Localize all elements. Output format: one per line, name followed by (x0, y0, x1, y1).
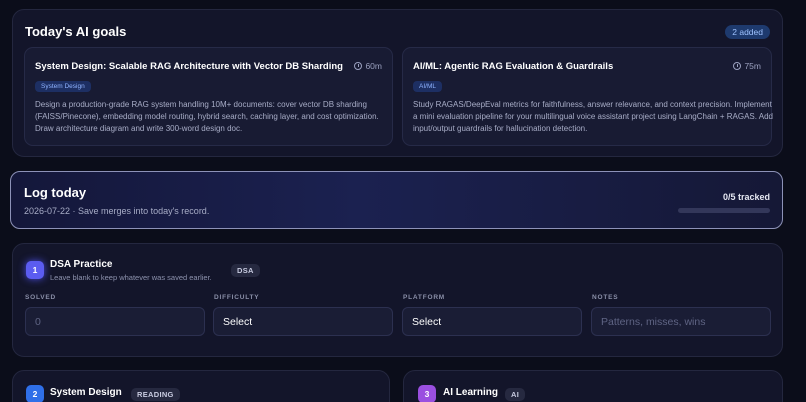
goal-title: AI/ML: Agentic RAG Evaluation & Guardrai… (413, 61, 614, 72)
goal-title: System Design: Scalable RAG Architecture… (35, 61, 343, 72)
platform-select[interactable]: Select (402, 307, 582, 336)
goal-duration: 60m (354, 61, 382, 71)
system-design-title: System Design (50, 387, 122, 398)
log-title: Log today (24, 185, 87, 200)
section-number: 2 (26, 385, 44, 402)
ai-learning-title: AI Learning (443, 387, 499, 398)
notes-input[interactable] (591, 307, 771, 336)
goal-description: Study RAGAS/DeepEval metrics for faithfu… (413, 100, 773, 133)
goals-added-badge: 2 added (725, 25, 770, 39)
goal-tag: AI/ML (413, 81, 442, 92)
goal-description: Design a production-grade RAG system han… (35, 100, 379, 133)
goal-tag: System Design (35, 81, 91, 92)
system-design-card: 2 System Design READING (12, 370, 390, 402)
tracked-count: 0/5 tracked (722, 192, 770, 202)
dsa-title: DSA Practice (50, 259, 113, 270)
system-design-badge: READING (131, 388, 180, 401)
todays-goals-card: Today's AI goals 2 added System Design: … (12, 9, 783, 157)
section-number: 3 (418, 385, 436, 402)
section-number: 1 (26, 261, 44, 279)
solved-label: SOLVED (25, 294, 57, 301)
goals-title: Today's AI goals (25, 24, 127, 39)
ai-learning-badge: AI (505, 388, 526, 401)
dsa-badge: DSA (231, 264, 260, 277)
clock-icon (733, 62, 742, 70)
goal-duration-text: 75m (744, 61, 761, 71)
solved-input[interactable] (25, 307, 205, 336)
tracked-progress-bar (678, 208, 770, 213)
goal-duration-text: 60m (365, 61, 382, 71)
goal-card-system-design[interactable]: System Design: Scalable RAG Architecture… (24, 47, 393, 146)
notes-label: NOTES (592, 294, 619, 301)
difficulty-label: DIFFICULTY (214, 294, 260, 301)
platform-label: PLATFORM (403, 294, 446, 301)
dsa-practice-card: 1 DSA Practice Leave blank to keep whate… (12, 243, 783, 357)
goal-duration: 75m (733, 61, 761, 71)
goal-card-ai-ml[interactable]: AI/ML: Agentic RAG Evaluation & Guardrai… (402, 47, 773, 146)
difficulty-select[interactable]: Select (213, 307, 393, 336)
log-subtitle: 2026-07-22 · Save merges into today's re… (24, 206, 210, 216)
dsa-subtitle: Leave blank to keep whatever was saved e… (50, 273, 212, 282)
clock-icon (354, 62, 363, 70)
log-today-banner: Log today 2026-07-22 · Save merges into … (10, 171, 783, 229)
ai-learning-card: 3 AI Learning AI (403, 370, 783, 402)
